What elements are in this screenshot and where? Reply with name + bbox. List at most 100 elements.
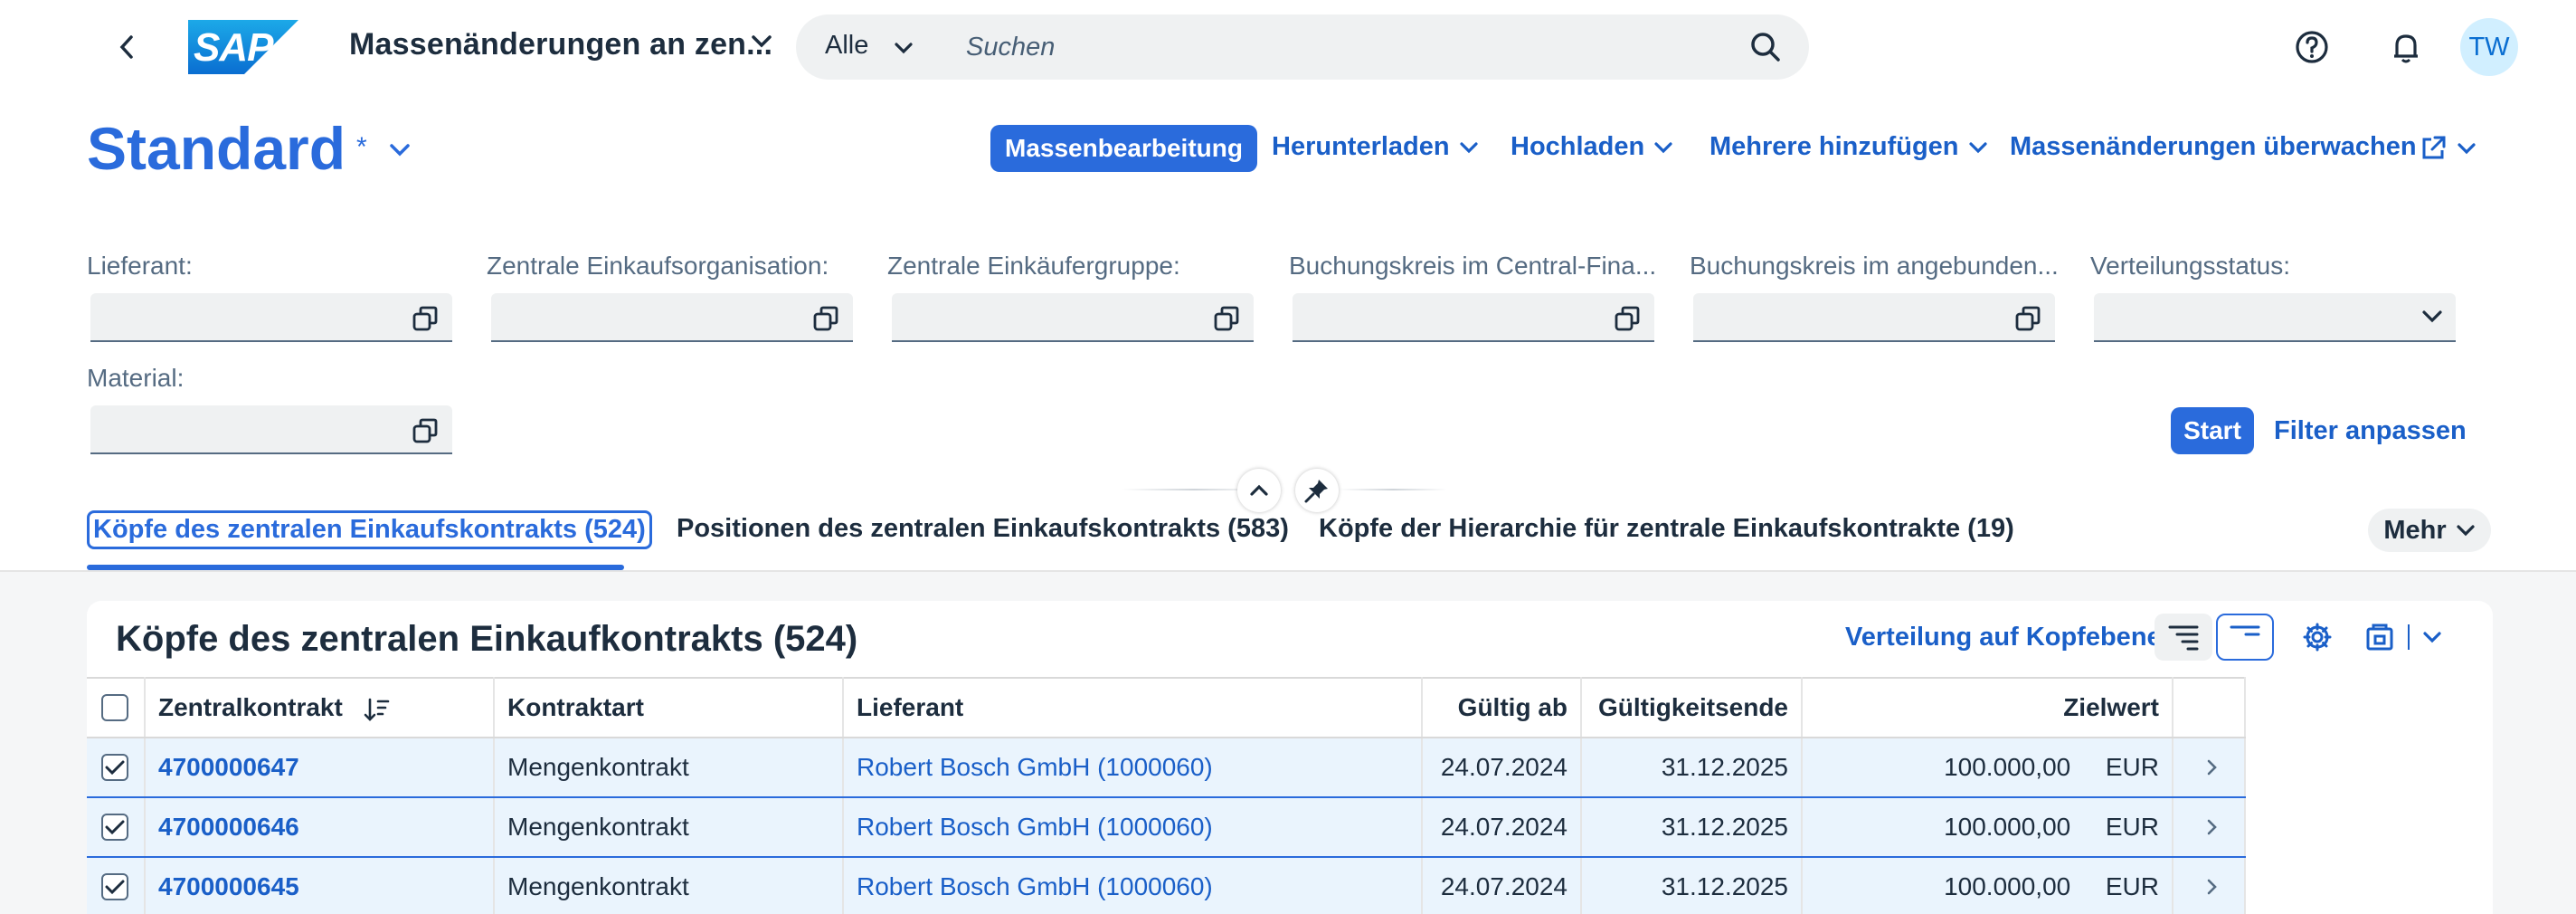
user-avatar[interactable]: TW bbox=[2460, 18, 2518, 76]
header-distribution-link[interactable]: Verteilung auf Kopfebene bbox=[1845, 623, 2162, 652]
table-settings-button[interactable] bbox=[2288, 614, 2346, 661]
company-code-central-filter-input[interactable] bbox=[1293, 293, 1654, 342]
export-icon bbox=[2366, 624, 2393, 651]
value-help-icon[interactable] bbox=[411, 416, 440, 445]
contract-number-link[interactable]: 4700000646 bbox=[145, 797, 495, 858]
target-amount: 100.000,00 bbox=[1944, 872, 2071, 900]
row-navigation-cell[interactable] bbox=[2173, 738, 2246, 798]
row-checkbox[interactable] bbox=[101, 814, 128, 841]
target-value-cell: 100.000,00 EUR bbox=[1802, 857, 2174, 914]
share-icon bbox=[2422, 136, 2446, 159]
table-row[interactable]: 4700000646 Mengenkontrakt Robert Bosch G… bbox=[87, 797, 2246, 858]
value-help-icon[interactable] bbox=[811, 304, 840, 333]
value-help-icon[interactable] bbox=[1613, 304, 1642, 333]
chevron-down-icon[interactable] bbox=[894, 42, 914, 54]
select-all-checkbox[interactable] bbox=[101, 694, 128, 721]
chevron-down-icon[interactable] bbox=[2421, 309, 2443, 324]
column-header-target[interactable]: Zielwert bbox=[1802, 677, 2174, 738]
upload-menu-button[interactable]: Hochladen bbox=[1511, 132, 1673, 162]
mass-edit-button[interactable]: Massenbearbeitung bbox=[990, 125, 1257, 172]
export-menu-button[interactable] bbox=[2359, 614, 2449, 661]
row-checkbox[interactable] bbox=[101, 754, 128, 781]
app-title[interactable]: Massenänderungen an zen... bbox=[349, 27, 772, 62]
help-icon[interactable] bbox=[2290, 25, 2334, 69]
central-purch-org-filter-input[interactable] bbox=[491, 293, 853, 342]
filter-label-supplier: Lieferant: bbox=[87, 252, 193, 280]
contracts-table: Zentralkontrakt Kontraktart Lieferant Gü… bbox=[87, 677, 2246, 914]
chevron-down-icon bbox=[2423, 632, 2441, 643]
logo-text: SAP bbox=[194, 25, 273, 70]
column-header-contract[interactable]: Zentralkontrakt bbox=[145, 677, 495, 738]
row-navigation-cell[interactable] bbox=[2173, 857, 2246, 914]
add-multiple-label: Mehrere hinzufügen bbox=[1709, 132, 1959, 161]
bell-icon[interactable] bbox=[2384, 25, 2428, 69]
chevron-left-icon bbox=[119, 35, 133, 59]
chevron-down-icon bbox=[1460, 141, 1478, 153]
chevron-down-icon bbox=[2458, 143, 2476, 155]
chevron-down-icon bbox=[1968, 141, 1987, 153]
row-select-cell[interactable] bbox=[87, 857, 146, 914]
collapse-header-button[interactable] bbox=[1237, 469, 1281, 512]
filter-label-distribution-status: Verteilungsstatus: bbox=[2090, 252, 2291, 280]
contract-number-link[interactable]: 4700000645 bbox=[145, 857, 495, 914]
tabs-more-button[interactable]: Mehr bbox=[2368, 509, 2491, 552]
table-row[interactable]: 4700000645 Mengenkontrakt Robert Bosch G… bbox=[87, 857, 2246, 914]
upload-label: Hochladen bbox=[1511, 132, 1645, 161]
download-menu-button[interactable]: Herunterladen bbox=[1272, 132, 1479, 162]
column-header-valid-from[interactable]: Gültig ab bbox=[1422, 677, 1582, 738]
chevron-down-icon[interactable] bbox=[751, 34, 772, 49]
search-icon[interactable] bbox=[1747, 29, 1784, 65]
sap-logo[interactable]: SAP bbox=[188, 20, 298, 74]
value-help-icon[interactable] bbox=[1212, 304, 1241, 333]
tree-table-view-button[interactable] bbox=[2155, 614, 2212, 661]
tabs-more-label: Mehr bbox=[2383, 515, 2447, 545]
valid-from-cell: 24.07.2024 bbox=[1422, 857, 1582, 914]
target-currency: EUR bbox=[2105, 813, 2159, 841]
pin-header-button[interactable] bbox=[1295, 469, 1339, 512]
checkmark-icon bbox=[105, 880, 125, 895]
supplier-link[interactable]: Robert Bosch GmbH (1000060) bbox=[843, 857, 1423, 914]
tab-contract-items[interactable]: Positionen des zentralen Einkaufskontrak… bbox=[677, 514, 1289, 544]
row-select-cell[interactable] bbox=[87, 738, 146, 798]
tab-hierarchy-headers[interactable]: Köpfe der Hierarchie für zentrale Einkau… bbox=[1319, 514, 2014, 544]
monitor-mass-changes-link[interactable]: Massenänderungen überwachen bbox=[2010, 132, 2417, 162]
chevron-down-icon[interactable] bbox=[389, 143, 411, 157]
search-scope-select[interactable]: Alle bbox=[825, 31, 868, 61]
contract-number-link[interactable]: 4700000647 bbox=[145, 738, 495, 798]
filter-label-material: Material: bbox=[87, 364, 185, 392]
back-button[interactable] bbox=[109, 29, 145, 65]
chevron-down-icon bbox=[1654, 141, 1672, 153]
supplier-link[interactable]: Robert Bosch GmbH (1000060) bbox=[843, 738, 1423, 798]
value-help-icon[interactable] bbox=[411, 304, 440, 333]
column-header-valid-to[interactable]: Gültigkeitsende bbox=[1581, 677, 1803, 738]
search-input[interactable]: Suchen bbox=[966, 33, 1055, 62]
row-navigation-cell[interactable] bbox=[2173, 797, 2246, 858]
distribution-status-select[interactable] bbox=[2094, 293, 2456, 342]
row-select-cell[interactable] bbox=[87, 797, 146, 858]
variant-name[interactable]: Standard bbox=[87, 114, 346, 183]
target-amount: 100.000,00 bbox=[1944, 753, 2071, 781]
responsive-table-view-button[interactable] bbox=[2216, 614, 2274, 661]
chevron-down-icon bbox=[2457, 525, 2475, 537]
supplier-link[interactable]: Robert Bosch GmbH (1000060) bbox=[843, 797, 1423, 858]
go-button[interactable]: Start bbox=[2171, 407, 2254, 454]
material-filter-input[interactable] bbox=[90, 405, 452, 454]
adapt-filters-button[interactable]: Filter anpassen bbox=[2274, 416, 2467, 446]
add-multiple-menu-button[interactable]: Mehrere hinzufügen bbox=[1709, 132, 1988, 162]
chevron-up-icon bbox=[1250, 484, 1268, 496]
row-checkbox[interactable] bbox=[101, 873, 128, 900]
search-bar[interactable]: Alle Suchen bbox=[796, 14, 1809, 80]
valid-from-cell: 24.07.2024 bbox=[1422, 797, 1582, 858]
company-code-connected-filter-input[interactable] bbox=[1693, 293, 2055, 342]
tab-contract-headers[interactable]: Köpfe des zentralen Einkaufskontrakts (5… bbox=[87, 510, 652, 549]
column-header-supplier[interactable]: Lieferant bbox=[843, 677, 1423, 738]
valid-from-cell: 24.07.2024 bbox=[1422, 738, 1582, 798]
column-header-type[interactable]: Kontraktart bbox=[494, 677, 844, 738]
share-menu-button[interactable] bbox=[2419, 134, 2477, 163]
select-all-cell[interactable] bbox=[87, 677, 146, 738]
central-purch-group-filter-input[interactable] bbox=[892, 293, 1254, 342]
table-row[interactable]: 4700000647 Mengenkontrakt Robert Bosch G… bbox=[87, 738, 2246, 798]
supplier-filter-input[interactable] bbox=[90, 293, 452, 342]
value-help-icon[interactable] bbox=[2013, 304, 2042, 333]
target-amount: 100.000,00 bbox=[1944, 813, 2071, 841]
